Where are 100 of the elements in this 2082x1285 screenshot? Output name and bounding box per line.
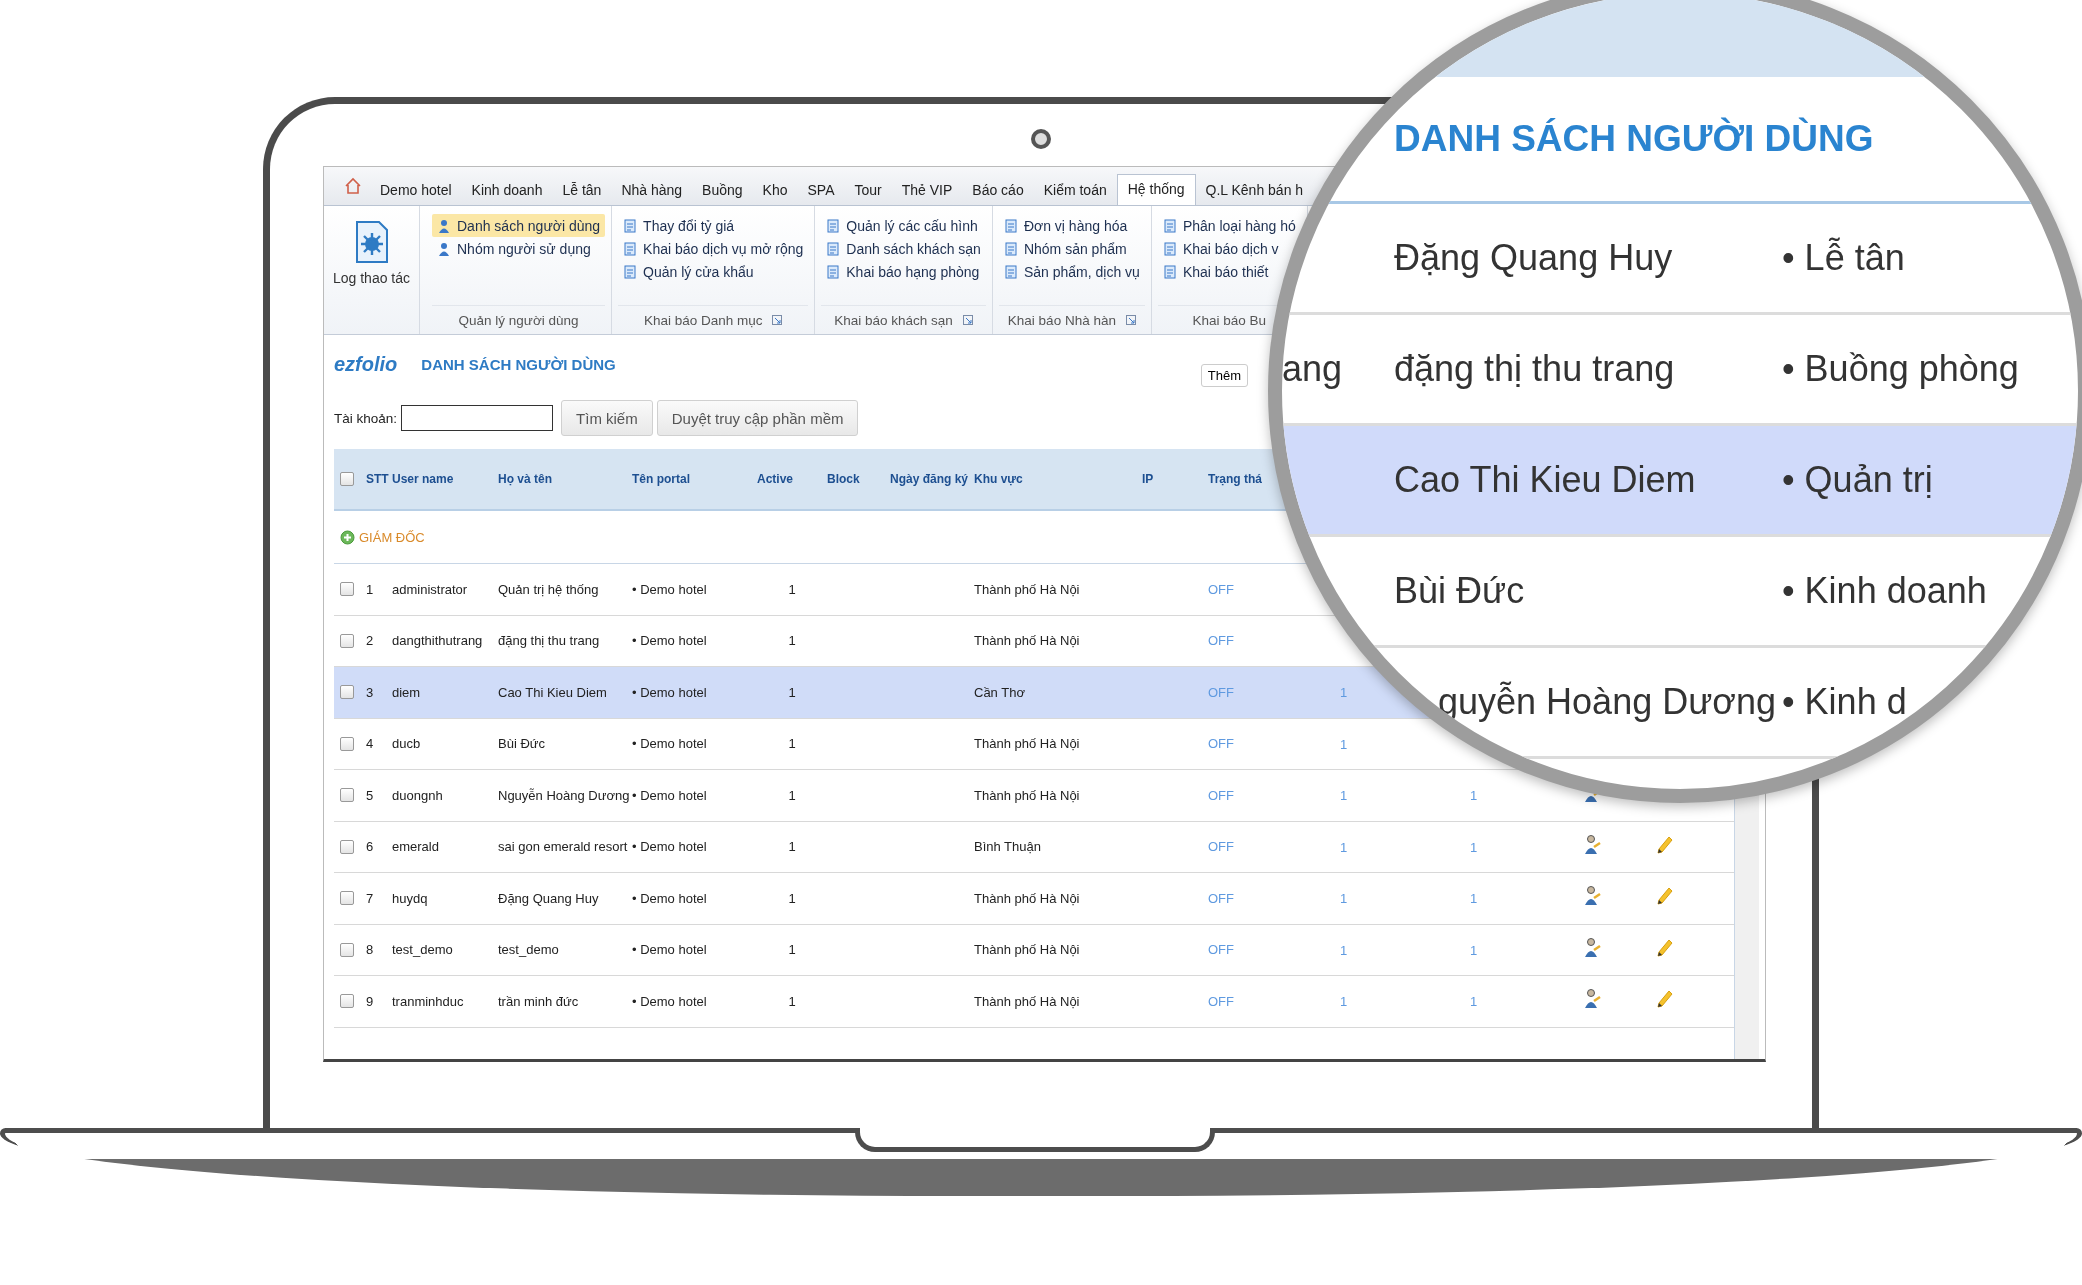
table-cell-text: dangthithutrang — [392, 633, 484, 649]
magnified-text: ang — [1282, 348, 1343, 389]
table-cell-text: duongnh — [392, 787, 444, 803]
magnified-text: Cao Thi Kieu Diem — [1394, 459, 1697, 501]
menu-tab[interactable]: Lễ tân — [552, 175, 612, 205]
menu-tab[interactable]: Tour — [844, 175, 892, 205]
table-row[interactable]: 7 huydq Đặng Quang Huy • Demo hotel 1 Thành phố Hà Nội OFF 1 1 — [334, 873, 1734, 925]
ribbon-item[interactable]: Danh sách khách sạn — [821, 237, 986, 260]
menu-tab[interactable]: Kinh doanh — [461, 175, 553, 205]
menu-tab[interactable]: Nhà hàng — [611, 175, 693, 205]
table-cell-text: 1 — [366, 581, 375, 597]
table-cell-text: OFF — [1208, 839, 1235, 855]
table-cell-text: 1 — [787, 633, 797, 649]
group-label: Khai báo Nhà hàn — [1007, 312, 1116, 328]
menu-tab[interactable]: Báo cáo — [962, 175, 1034, 205]
ribbon-item[interactable]: Nhóm người sử dụng — [432, 237, 596, 260]
ribbon-item[interactable]: Quản lý cửa khẩu — [618, 260, 759, 283]
table-cell: 1 — [1340, 942, 1348, 958]
table-cell: 1 — [1340, 839, 1348, 855]
table-row[interactable]: 8 test_demo test_demo • Demo hotel 1 Thành phố Hà Nội OFF 1 1 — [334, 924, 1734, 976]
ribbon-item[interactable]: Nhóm sản phẩm — [998, 237, 1132, 260]
ribbon-item[interactable]: Sản phẩm, dịch vụ — [998, 260, 1145, 283]
menu-tab[interactable]: Hệ thống — [1116, 174, 1196, 205]
table-cell-text: sai gon emerald resort — [498, 839, 629, 855]
menu-tab[interactable]: Kho — [752, 175, 798, 205]
logo: ezfolio — [334, 352, 398, 376]
group-label: Khai báo Danh mục — [643, 312, 763, 328]
table-cell-text: 1 — [787, 581, 797, 597]
ribbon-item[interactable]: Danh sách người dùng — [432, 214, 606, 237]
ribbon-item[interactable]: Quản lý các cấu hình — [821, 214, 983, 237]
table-cell-text: 1 — [787, 736, 797, 752]
table-cell-text: huydq — [392, 890, 429, 906]
table-cell-text: • Demo hotel — [632, 684, 708, 700]
column-header[interactable]: Block — [827, 472, 890, 486]
page-title: DANH SÁCH NGƯỜI DÙNG — [421, 355, 616, 373]
menu-tab[interactable]: Kiểm toán — [1033, 175, 1117, 205]
table-cell-text: Cần Thơ — [974, 684, 1026, 700]
magnified-text: đặng thị thu trang — [1394, 348, 1676, 390]
search-button[interactable]: Tìm kiếm — [561, 400, 653, 436]
table-cell-text: OFF — [1208, 581, 1235, 597]
column-header[interactable]: Tên portal — [632, 472, 757, 486]
menu-tab[interactable]: Thẻ VIP — [891, 175, 963, 205]
table-cell: 1 — [1340, 891, 1348, 907]
column-header[interactable]: IP — [1142, 472, 1208, 486]
menu-tab[interactable]: Demo hotel — [370, 175, 462, 205]
ribbon-item[interactable]: Đơn vị hàng hóa — [998, 214, 1133, 237]
ribbon-item[interactable]: Khai báo dịch vụ mở rộng — [618, 237, 809, 260]
table-cell: 1 — [1340, 685, 1348, 701]
table-cell-text: • Demo hotel — [632, 736, 708, 752]
column-header[interactable]: User name — [392, 472, 498, 486]
table-cell-text: 6 — [366, 839, 375, 855]
table-cell-text: 4 — [366, 736, 375, 752]
menu-tab[interactable]: Buồng — [692, 175, 753, 205]
table-cell-text: • Demo hotel — [632, 890, 708, 906]
table-cell-text: 1 — [787, 942, 797, 958]
table-cell-text: • Demo hotel — [632, 993, 708, 1009]
column-header[interactable]: Họ và tên — [498, 472, 632, 486]
menu-tab[interactable]: SPA — [797, 175, 845, 205]
table-row[interactable]: 9 tranminhduc trần minh đức • Demo hotel 1 Thành phố Hà Nội OFF 1 1 — [334, 976, 1734, 1028]
table-cell-text: OFF — [1208, 787, 1235, 803]
column-header[interactable]: Khu vực — [974, 472, 1142, 486]
table-cell: 1 — [1470, 994, 1478, 1010]
magnified-text: Đặng Quang Huy — [1394, 237, 1674, 279]
table-cell-text: Cao Thi Kieu Diem — [498, 684, 608, 700]
table-cell-text: Thành phố Hà Nội — [974, 787, 1081, 803]
column-header[interactable]: Ngày đăng ký — [890, 472, 974, 486]
magnified-title: DANH SÁCH NGƯỜI DÙNG — [1394, 118, 1874, 160]
table-cell-text: Quản trị hệ thống — [498, 581, 600, 597]
table-cell-text: trần minh đức — [498, 993, 580, 1009]
table-cell-text: Thành phố Hà Nội — [974, 633, 1081, 649]
group-label: Khai báo Bu — [1192, 312, 1267, 328]
table-cell: 1 — [1340, 788, 1348, 804]
table-cell-text: 1 — [787, 787, 797, 803]
ribbon-item[interactable]: Khai báo hạng phòng — [821, 260, 985, 283]
add-button[interactable]: Thêm — [1200, 363, 1248, 387]
group-name: GIÁM ĐỐC — [359, 529, 425, 545]
magnified-text: • Kinh d — [1782, 681, 1907, 723]
column-header[interactable]: Trạng thá — [1208, 472, 1262, 486]
table-cell-text: 1 — [787, 890, 797, 906]
search-button[interactable]: Duyệt truy cập phần mềm — [656, 400, 859, 436]
log-button[interactable]: Log thao tác — [324, 206, 420, 334]
column-header[interactable]: Active — [757, 472, 827, 486]
magnified-text: • Quản trị — [1782, 459, 1933, 501]
table-cell-text: đặng thị thu trang — [498, 633, 601, 649]
table-row[interactable]: 6 emerald sai gon emerald resort • Demo hotel 1 Bình Thuận OFF 1 1 — [334, 821, 1734, 873]
magnified-text: • Buồng phòng — [1782, 348, 2019, 390]
magnified-text: • Lễ tân — [1782, 237, 1905, 279]
table-cell-text: Thành phố Hà Nội — [974, 993, 1081, 1009]
table-cell: 1 — [1470, 891, 1478, 907]
ribbon-item[interactable]: Thay đổi tỷ giá — [618, 214, 740, 237]
table-cell-text: 1 — [787, 839, 797, 855]
table-cell: 1 — [1470, 788, 1478, 804]
table-cell-text: tranminhduc — [392, 993, 465, 1009]
column-header[interactable]: STT — [366, 472, 392, 486]
table-cell-text: Nguyễn Hoàng Dương — [498, 787, 631, 803]
table-cell-text: OFF — [1208, 993, 1235, 1009]
table-cell-text: test_demo — [498, 942, 560, 958]
magnified-text: Bùi Đức — [1394, 570, 1526, 612]
table-cell-text: Thành phố Hà Nội — [974, 581, 1081, 597]
table-cell-text: • Demo hotel — [632, 633, 708, 649]
